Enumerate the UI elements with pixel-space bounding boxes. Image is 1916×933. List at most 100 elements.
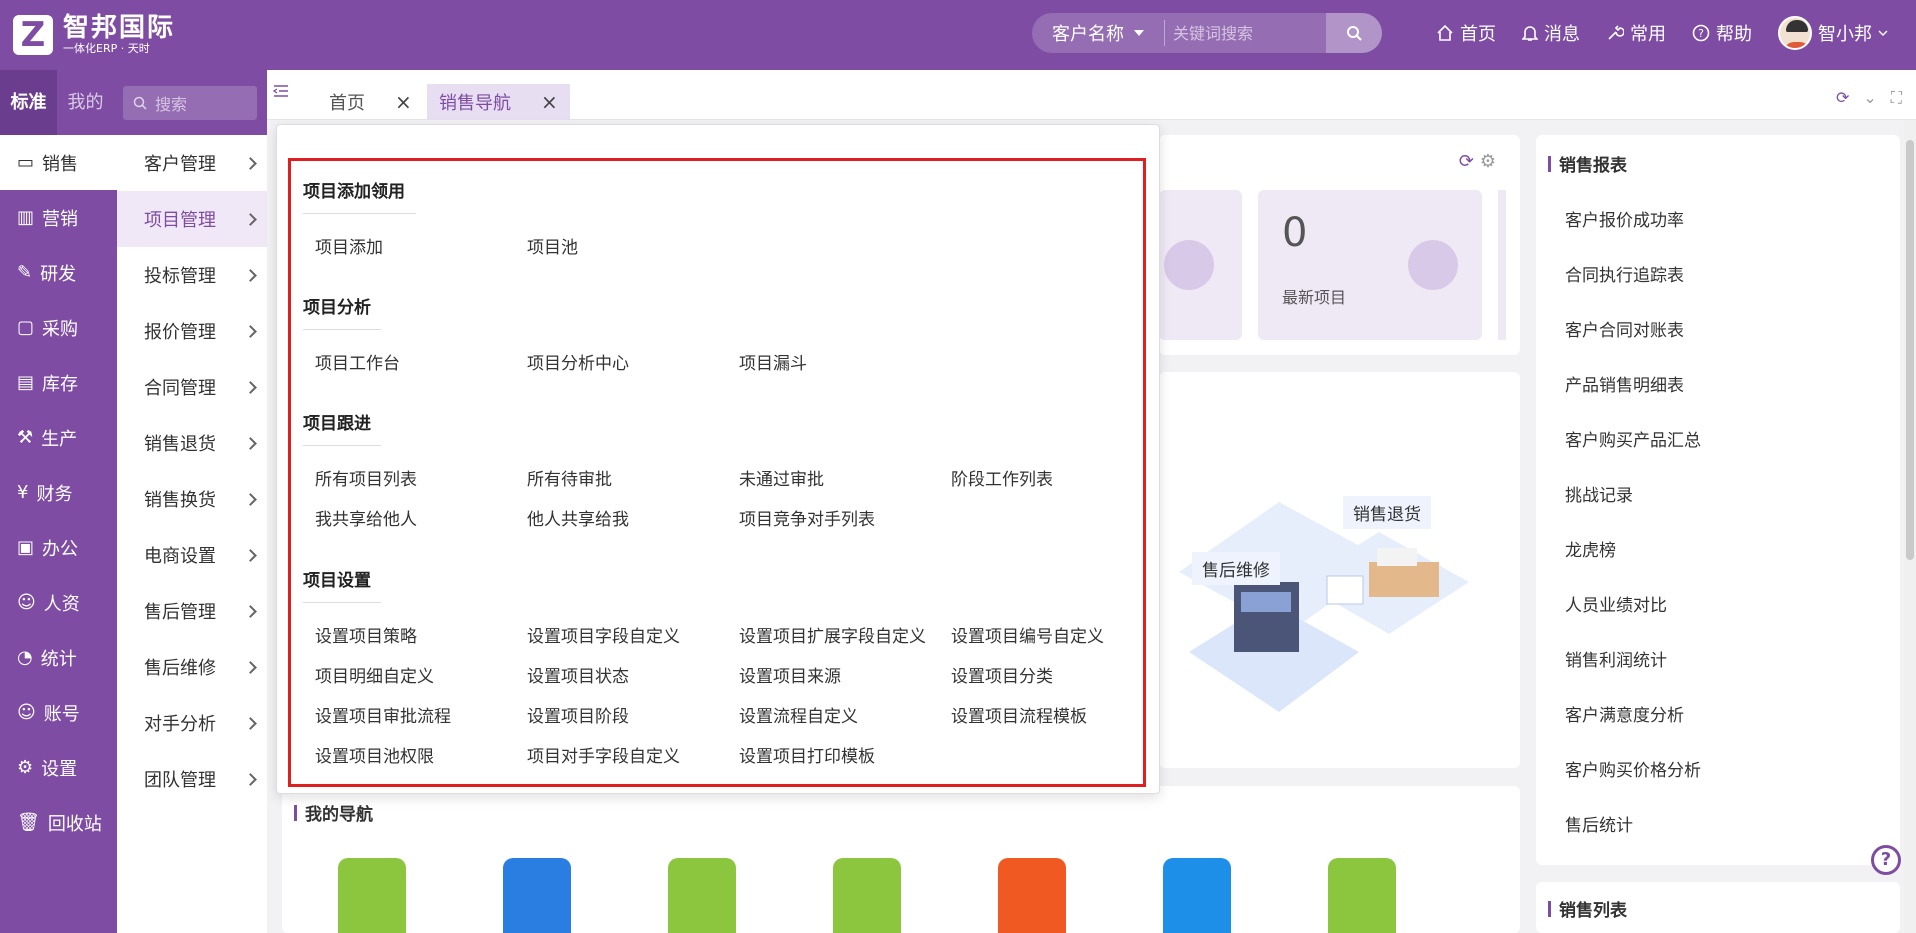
sidebar-item-purchase[interactable]: ▢ 采购	[0, 300, 117, 355]
menu-link[interactable]: 设置项目流程模板	[951, 702, 1087, 727]
topnav-common[interactable]: 常用	[1606, 20, 1666, 46]
submenu-aftersales[interactable]: 售后管理	[117, 583, 267, 639]
search-input[interactable]	[1164, 20, 1324, 46]
menu-link[interactable]: 项目竞争对手列表	[739, 505, 875, 530]
submenu-quote[interactable]: 报价管理	[117, 303, 267, 359]
submenu-project[interactable]: 项目管理	[117, 191, 267, 247]
chevron-down-icon[interactable]: ⌄	[1863, 88, 1876, 108]
submenu-team[interactable]: 团队管理	[117, 751, 267, 807]
topnav-messages[interactable]: 消息	[1522, 20, 1580, 46]
refresh-icon[interactable]: ⟳	[1459, 151, 1474, 172]
menu-link[interactable]: 项目漏斗	[739, 349, 807, 374]
stat-tile-new-projects[interactable]: 0 最新项目	[1258, 190, 1482, 340]
sidebar-item-settings[interactable]: ⚙ 设置	[0, 740, 117, 795]
menu-link[interactable]: 项目分析中心	[527, 349, 629, 374]
menu-link[interactable]: 设置项目状态	[527, 662, 629, 687]
tab-sales-nav[interactable]: 销售导航 ×	[427, 84, 570, 120]
sidebar-item-production[interactable]: ⚒ 生产	[0, 410, 117, 465]
report-item[interactable]: 合同执行追踪表	[1565, 261, 1684, 286]
payment-add-icon[interactable]	[1328, 858, 1396, 933]
submenu-ecommerce[interactable]: 电商设置	[117, 527, 267, 583]
stack-lock-icon[interactable]	[998, 858, 1066, 933]
search-type-select[interactable]: 客户名称	[1032, 20, 1164, 46]
menu-link[interactable]: 设置项目池权限	[315, 742, 434, 767]
report-item[interactable]: 客户购买产品汇总	[1565, 426, 1701, 451]
scrollbar[interactable]	[1904, 120, 1916, 933]
submenu-bidding[interactable]: 投标管理	[117, 247, 267, 303]
report-item[interactable]: 客户购买价格分析	[1565, 756, 1701, 781]
submenu-customer[interactable]: 客户管理	[117, 135, 267, 191]
report-item[interactable]: 龙虎榜	[1565, 536, 1616, 561]
report-item[interactable]: 产品销售明细表	[1565, 371, 1684, 396]
logo[interactable]: Z 智邦国际 一体化ERP · 天时	[13, 9, 175, 61]
report-item[interactable]: 客户合同对账表	[1565, 316, 1684, 341]
menu-link[interactable]: 设置项目策略	[315, 622, 417, 647]
help-float-button[interactable]: ?	[1871, 845, 1901, 875]
menu-link[interactable]: 设置项目字段自定义	[527, 622, 680, 647]
submenu-repair[interactable]: 售后维修	[117, 639, 267, 695]
menu-link[interactable]: 项目工作台	[315, 349, 400, 374]
topnav-home[interactable]: 首页	[1436, 20, 1496, 46]
stack-add-icon[interactable]	[833, 858, 901, 933]
menu-link[interactable]: 设置项目来源	[739, 662, 841, 687]
clipboard-icon[interactable]	[1163, 858, 1231, 933]
menu-link[interactable]: 设置项目审批流程	[315, 702, 451, 727]
trend-icon[interactable]	[668, 858, 736, 933]
menu-link[interactable]: 所有项目列表	[315, 465, 417, 490]
fullscreen-icon[interactable]: ⛶	[1891, 88, 1902, 108]
menu-link[interactable]: 项目池	[527, 233, 578, 258]
menu-link[interactable]: 设置项目分类	[951, 662, 1053, 687]
submenu-contract[interactable]: 合同管理	[117, 359, 267, 415]
menu-link[interactable]: 设置项目阶段	[527, 702, 629, 727]
stat-tile-gift[interactable]	[1159, 190, 1242, 340]
menu-link[interactable]: 设置项目编号自定义	[951, 622, 1104, 647]
sidebar-item-account[interactable]: ☺ 账号	[0, 685, 117, 740]
submenu-return[interactable]: 销售退货	[117, 415, 267, 471]
sidebar-item-sales[interactable]: ▭ 销售	[0, 135, 117, 190]
sidebar-item-stats[interactable]: ◔ 统计	[0, 630, 117, 685]
menu-link[interactable]: 我共享给他人	[315, 505, 417, 530]
sidebar-item-office[interactable]: ▣ 办公	[0, 520, 117, 575]
report-item[interactable]: 客户报价成功率	[1565, 206, 1684, 231]
menu-link[interactable]: 项目明细自定义	[315, 662, 434, 687]
tab-standard[interactable]: 标准	[0, 70, 57, 135]
search-button[interactable]	[1326, 13, 1382, 53]
report-item[interactable]: 售后统计	[1565, 811, 1633, 836]
menu-link[interactable]: 设置项目打印模板	[739, 742, 875, 767]
close-icon[interactable]: ×	[541, 90, 558, 114]
menu-link[interactable]: 所有待审批	[527, 465, 612, 490]
submenu-competitor[interactable]: 对手分析	[117, 695, 267, 751]
user-menu[interactable]: 智小邦	[1778, 16, 1888, 50]
menu-link[interactable]: 设置流程自定义	[739, 702, 858, 727]
contact-icon[interactable]	[503, 858, 571, 933]
report-item[interactable]: 客户满意度分析	[1565, 701, 1684, 726]
refresh-icon[interactable]: ⟳	[1836, 88, 1849, 108]
scrollbar-thumb[interactable]	[1906, 140, 1914, 560]
menu-link[interactable]: 未通过审批	[739, 465, 824, 490]
add-customer-icon[interactable]	[338, 858, 406, 933]
sidebar-item-inventory[interactable]: ▤ 库存	[0, 355, 117, 410]
topnav-help[interactable]: ? 帮助	[1692, 20, 1752, 46]
gear-icon[interactable]: ⚙	[1480, 151, 1496, 172]
sidebar-item-finance[interactable]: ¥ 财务	[0, 465, 117, 520]
menu-link[interactable]: 项目对手字段自定义	[527, 742, 680, 767]
sidebar-item-rd[interactable]: ✎ 研发	[0, 245, 117, 300]
menu-link[interactable]: 他人共享给我	[527, 505, 629, 530]
tab-mine[interactable]: 我的	[57, 70, 114, 135]
submenu-exchange[interactable]: 销售换货	[117, 471, 267, 527]
collapse-menu-icon[interactable]	[273, 84, 289, 98]
menu-link[interactable]: 项目添加	[315, 233, 383, 258]
sidebar-search[interactable]: 搜索	[123, 85, 257, 120]
sidebar-item-marketing[interactable]: ▥ 营销	[0, 190, 117, 245]
my-nav-card: 我的导航	[282, 786, 1520, 933]
report-item[interactable]: 人员业绩对比	[1565, 591, 1667, 616]
close-icon[interactable]: ×	[395, 90, 412, 114]
report-item[interactable]: 挑战记录	[1565, 481, 1633, 506]
menu-link[interactable]: 阶段工作列表	[951, 465, 1053, 490]
main-menu: ▭ 销售 ▥ 营销 ✎ 研发 ▢ 采购 ▤ 库存 ⚒ 生产 ¥ 财务 ▣ 办公 ☺ 人资 ◔ 统计 …	[0, 135, 117, 850]
sidebar-item-recycle[interactable]: 🗑 回收站	[0, 795, 117, 850]
report-item[interactable]: 销售利润统计	[1565, 646, 1667, 671]
tab-home[interactable]: 首页 ×	[329, 84, 412, 120]
menu-link[interactable]: 设置项目扩展字段自定义	[739, 622, 926, 647]
sidebar-item-hr[interactable]: ☺ 人资	[0, 575, 117, 630]
